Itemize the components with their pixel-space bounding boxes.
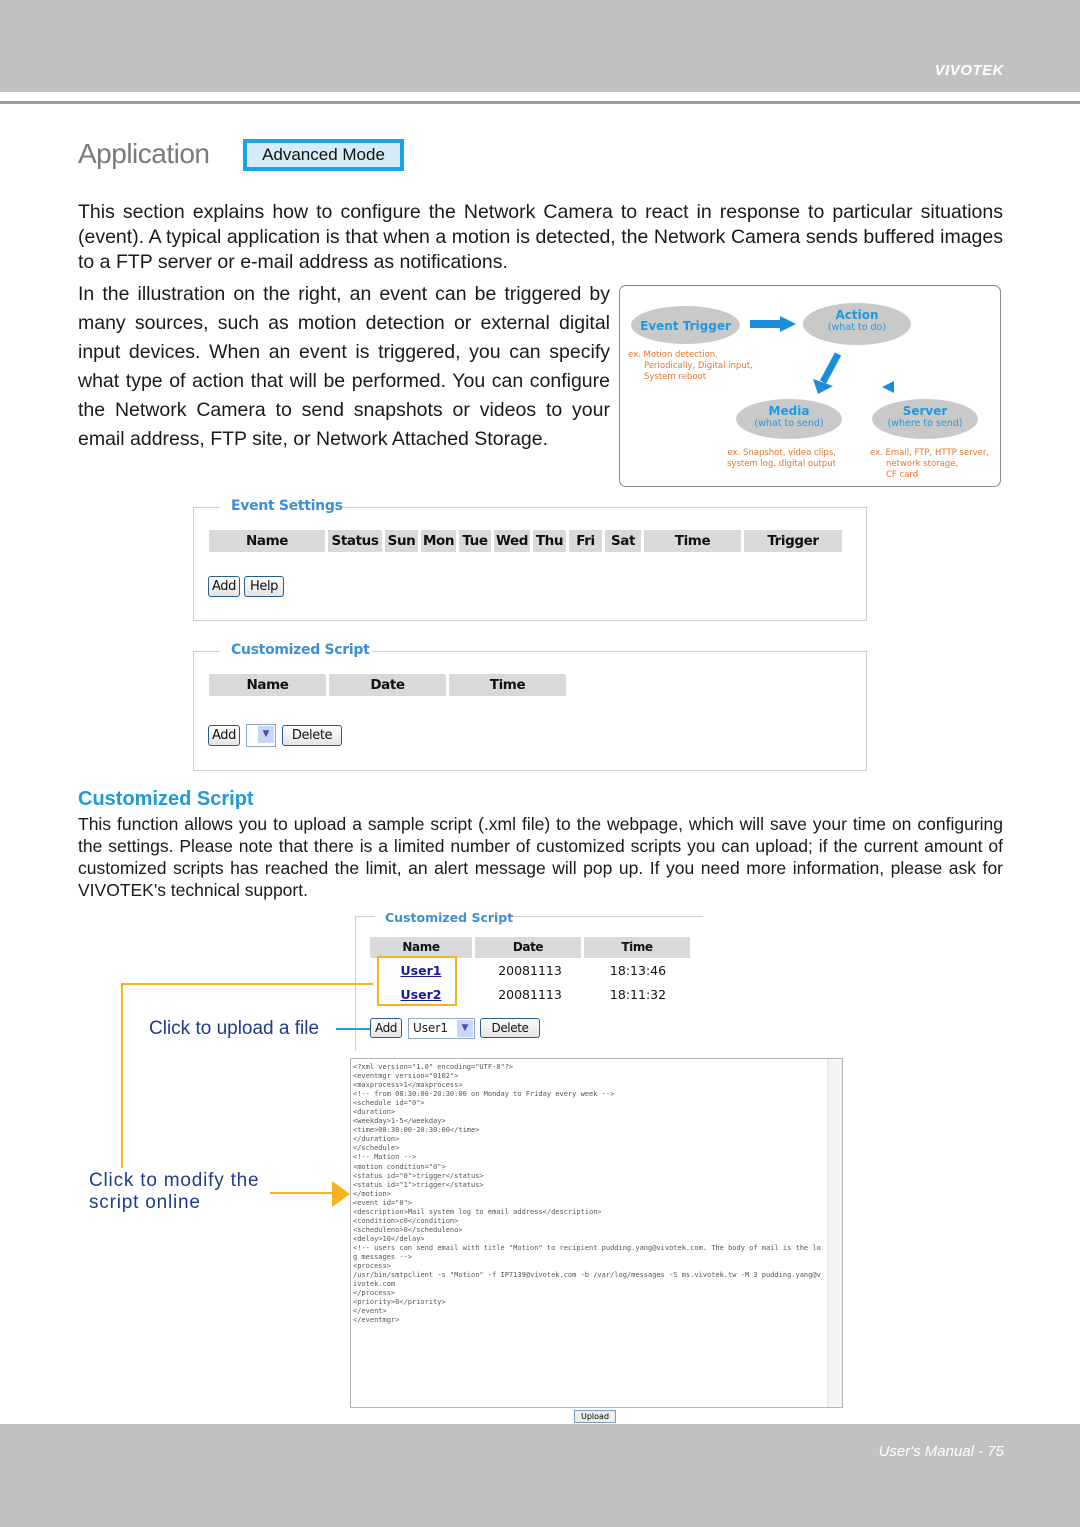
brand-logo: VIVOTEK [934,62,1004,79]
column-header-time: Time [449,674,566,696]
row-date: 20081113 [498,963,562,978]
column-header-date: Date [329,674,446,696]
event-help-button[interactable]: Help [244,576,284,597]
action-node: Action (what to do) [803,303,911,345]
header-divider [0,101,1080,104]
event-add-button[interactable]: Add [208,576,240,597]
arrow-down-left-icon [813,352,842,394]
media-node: Media (what to send) [736,399,842,439]
column-header-fri: Fri [569,530,602,552]
screenshot-add-button[interactable]: Add [370,1018,402,1038]
chevron-down-icon[interactable]: ▼ [258,726,274,743]
screenshot-legend: Customized Script [385,910,514,925]
legend-rule [355,916,375,917]
page-title: Application [78,138,210,169]
example-line: ex. Email, FTP, HTTP server, [870,448,990,458]
modify-callout-label: Click to modify the script online [89,1170,260,1213]
customized-script-panel: Customized Script Name Date Time Add ▼ D… [193,642,868,771]
column-header-name: Name [209,530,325,552]
modify-callout-pointer [270,1192,334,1194]
editor-scrollbar[interactable] [827,1059,842,1407]
row-time: 18:13:46 [609,963,667,978]
server-examples: ex. Email, FTP, HTTP server, network sto… [870,448,989,481]
column-header-time: Time [644,530,741,552]
upload-callout-pointer [336,1028,370,1030]
action-subtitle: (what to do) [827,322,887,333]
action-title: Action [835,308,879,322]
column-header-sun: Sun [385,530,418,552]
chevron-down-icon[interactable]: ▼ [457,1020,473,1037]
event-flow-diagram: Event Trigger Action (what to do) ex. Mo… [619,285,1001,487]
script-add-button[interactable]: Add [208,725,240,746]
media-title: Media [768,404,810,418]
column-header-sat: Sat [605,530,641,552]
screenshot-select-value: User1 [413,1021,448,1035]
column-header-status: Status [328,530,382,552]
legend-rule [194,507,220,508]
intro-paragraph: This section explains how to configure t… [78,201,1003,273]
column-header-mon: Mon [421,530,456,552]
event-trigger-examples: ex. Motion detection, Periodically, Digi… [628,350,753,383]
script-delete-button[interactable]: Delete [282,725,342,746]
legend-rule [372,651,868,652]
legend-rule [194,651,220,652]
customized-script-legend: Customized Script [231,642,370,658]
server-subtitle: (where to send) [887,418,963,429]
callout-connector [121,983,123,1168]
advanced-mode-label: Advanced Mode [247,143,400,167]
example-line: network storage, [886,459,959,469]
upload-button[interactable]: Upload [574,1410,616,1423]
column-header-name: Name [370,937,472,958]
arrow-right-icon [332,1181,350,1207]
media-examples: ex. Snapshot, video clips, system log, d… [727,448,836,470]
column-header-tue: Tue [459,530,491,552]
screenshot-table-header: Name Date Time [370,937,690,958]
example-line: CF card [886,470,919,480]
example-line: ex. Motion detection, [628,350,718,360]
event-trigger-node: Event Trigger [631,306,740,344]
illustration-paragraph: In the illustration on the right, an eve… [78,283,610,450]
arrow-right-icon [750,316,796,332]
screenshot-delete-button[interactable]: Delete [480,1018,540,1038]
legend-rule [508,916,703,917]
advanced-mode-badge: Advanced Mode [243,139,404,171]
example-line: Periodically, Digital input, [644,361,753,371]
server-node: Server (where to send) [872,399,978,439]
event-trigger-title: Event Trigger [640,319,731,333]
customized-script-paragraph: This function allows you to upload a sam… [78,814,1003,900]
callout-connector [121,983,373,985]
page-number: User's Manual - 75 [878,1443,1004,1460]
customized-script-table-header: Name Date Time [209,674,566,696]
arrow-up-left-icon [882,381,894,393]
media-subtitle: (what to send) [754,418,824,429]
column-header-thu: Thu [533,530,566,552]
upload-callout-label: Click to upload a file [149,1018,320,1039]
server-title: Server [902,404,948,418]
event-settings-panel: Event Settings Name Status Sun Mon Tue W… [193,498,868,621]
column-header-trigger: Trigger [744,530,842,552]
script-select[interactable]: ▼ [246,724,276,747]
column-header-time: Time [584,937,690,958]
row-date: 20081113 [498,987,562,1002]
example-line: system log, digital output [727,459,836,469]
customized-script-heading: Customized Script [78,788,254,810]
script-editor-textarea[interactable]: <?xml version="1.0" encoding="UTF-8"?> <… [350,1058,843,1408]
row-time: 18:11:32 [609,987,667,1002]
script-code-content[interactable]: <?xml version="1.0" encoding="UTF-8"?> <… [353,1063,823,1325]
page-footer-band [0,1424,1080,1527]
screenshot-script-select[interactable]: User1 ▼ [408,1018,475,1039]
column-header-wed: Wed [494,530,530,552]
page-header-band: VIVOTEK [0,0,1080,92]
legend-rule [342,507,868,508]
column-header-date: Date [475,937,581,958]
highlight-box [377,956,457,1006]
example-line: System reboot [644,372,707,382]
example-line: ex. Snapshot, video clips, [727,448,836,458]
event-settings-table-header: Name Status Sun Mon Tue Wed Thu Fri Sat … [209,530,842,552]
event-settings-legend: Event Settings [231,498,343,514]
column-header-name: Name [209,674,326,696]
